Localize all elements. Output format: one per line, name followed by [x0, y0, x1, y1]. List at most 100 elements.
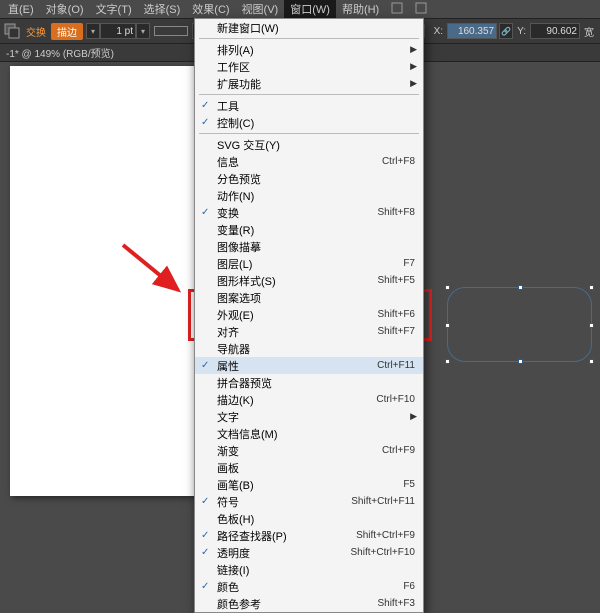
menu-row[interactable]: ✓颜色F6 [195, 578, 423, 595]
menu-row-label: 画板 [217, 460, 239, 476]
menu-row-label: 图像描摹 [217, 239, 261, 255]
menu-row[interactable]: ✓透明度Shift+Ctrl+F10 [195, 544, 423, 561]
menu-row-label: 画笔(B) [217, 477, 254, 493]
menu-row-label: 图层(L) [217, 256, 252, 272]
menu-item[interactable]: 文字(T) [90, 0, 138, 19]
stroke-weight-menu[interactable]: ▾ [136, 23, 150, 39]
menu-item[interactable]: 直(E) [2, 0, 40, 19]
menu-row[interactable]: 描边(K)Ctrl+F10 [195, 391, 423, 408]
menu-row[interactable]: 分色预览 [195, 170, 423, 187]
menu-row-label: 工具 [217, 98, 239, 114]
menu-row[interactable]: 信息 Ctrl+F8 [195, 153, 423, 170]
menu-row-label: 信息 [217, 154, 239, 170]
menu-row[interactable]: 导航器 [195, 340, 423, 357]
menu-item[interactable]: 视图(V) [236, 0, 285, 19]
menu-row-label: 工作区 [217, 59, 250, 75]
stroke-weight-field[interactable] [100, 23, 136, 39]
menu-item[interactable]: 窗口(W) [284, 0, 336, 19]
menu-row-label: 颜色参考 [217, 596, 261, 612]
x-lock-icon[interactable]: 🔗 [499, 23, 513, 39]
menu-row[interactable]: 画板 [195, 459, 423, 476]
menu-row[interactable]: ✓路径查找器(P)Shift+Ctrl+F9 [195, 527, 423, 544]
menu-row[interactable]: 变量(R) [195, 221, 423, 238]
grid-icon[interactable] [385, 0, 409, 19]
resize-handle[interactable] [445, 323, 450, 328]
resize-handle[interactable] [445, 359, 450, 364]
menu-row[interactable]: 动作(N) [195, 187, 423, 204]
menu-row[interactable]: 图案选项 [195, 289, 423, 306]
doc-icon[interactable] [409, 0, 433, 19]
selected-rounded-rect[interactable] [447, 287, 592, 362]
menu-row-label: 控制(C) [217, 115, 254, 131]
menu-row[interactable]: SVG 交互(Y) [195, 136, 423, 153]
menu-row[interactable]: 文档信息(M) [195, 425, 423, 442]
menu-row[interactable]: ✓变换Shift+F8 [195, 204, 423, 221]
menu-row[interactable]: ✓工具 [195, 97, 423, 114]
menu-row-label: SVG 交互(Y) [217, 137, 280, 153]
menu-row[interactable]: 排列(A)▶ [195, 41, 423, 58]
check-icon: ✓ [201, 360, 209, 371]
menu-shortcut: Ctrl+F8 [382, 156, 415, 167]
menu-item[interactable]: 对象(O) [40, 0, 90, 19]
menu-item[interactable]: 选择(S) [138, 0, 187, 19]
x-field[interactable] [447, 23, 497, 39]
resize-handle[interactable] [518, 285, 523, 290]
resize-handle[interactable] [589, 359, 594, 364]
menu-row[interactable]: 扩展功能▶ [195, 75, 423, 92]
menu-row[interactable]: 画笔(B) F5 [195, 476, 423, 493]
menu-row[interactable]: 渐变Ctrl+F9 [195, 442, 423, 459]
menu-row-label: 扩展功能 [217, 76, 261, 92]
menu-row-label: 文字 [217, 409, 239, 425]
y-label: Y: [517, 26, 526, 37]
menu-row[interactable]: ✓ 控制(C) [195, 114, 423, 131]
menu-shortcut: F6 [403, 581, 415, 592]
menu-row-label: 外观(E) [217, 307, 254, 323]
menu-shortcut: Shift+Ctrl+F10 [351, 547, 415, 558]
menu-row[interactable]: 外观(E) Shift+F6 [195, 306, 423, 323]
menu-row[interactable]: 图像描摹 [195, 238, 423, 255]
menu-shortcut: Shift+Ctrl+F11 [351, 496, 415, 507]
w-label: 宽 [584, 24, 594, 39]
menu-row[interactable]: 工作区 ▶ [195, 58, 423, 75]
menu-row[interactable]: 对齐Shift+F7 [195, 323, 423, 340]
check-icon: ✓ [201, 117, 209, 128]
menu-row[interactable]: 链接(I) [195, 561, 423, 578]
menu-shortcut: Shift+F6 [377, 309, 415, 320]
stroke-style-preview[interactable] [154, 26, 188, 36]
resize-handle[interactable] [589, 285, 594, 290]
x-label: X: [434, 26, 443, 37]
resize-handle[interactable] [518, 359, 523, 364]
menu-row[interactable]: ✓符号Shift+Ctrl+F11 [195, 493, 423, 510]
menu-row[interactable]: 色板(H) [195, 510, 423, 527]
resize-handle[interactable] [445, 285, 450, 290]
menu-row[interactable]: 颜色参考Shift+F3 [195, 595, 423, 612]
menu-row-label: 描边(K) [217, 392, 254, 408]
menu-row[interactable]: 文字▶ [195, 408, 423, 425]
fill-swatch[interactable] [2, 21, 22, 41]
menu-separator [199, 94, 419, 95]
menu-row[interactable]: 拼合器预览 [195, 374, 423, 391]
menu-shortcut: Shift+F8 [377, 207, 415, 218]
menu-row-label: 排列(A) [217, 42, 254, 58]
menu-item[interactable]: 帮助(H) [336, 0, 385, 19]
menu-row-label: 透明度 [217, 545, 250, 561]
menu-row[interactable]: 图层(L)F7 [195, 255, 423, 272]
menu-row[interactable]: ✓属性Ctrl+F11 [195, 357, 423, 374]
menu-row[interactable]: 新建窗口(W) [195, 19, 423, 36]
y-field[interactable] [530, 23, 580, 39]
stroke-weight-down[interactable]: ▾ [86, 23, 100, 39]
document-tab[interactable]: -1* @ 149% (RGB/预览) [6, 45, 114, 60]
menu-item[interactable]: 效果(C) [186, 0, 235, 19]
menu-shortcut: Ctrl+F9 [382, 445, 415, 456]
resize-handle[interactable] [589, 323, 594, 328]
stroke-panel-button[interactable]: 描边 [51, 23, 83, 40]
menu-row-label: 属性 [217, 358, 239, 374]
check-icon: ✓ [201, 581, 209, 592]
menu-row-label: 动作(N) [217, 188, 254, 204]
menu-row[interactable]: 图形样式(S)Shift+F5 [195, 272, 423, 289]
menu-shortcut: F5 [403, 479, 415, 490]
menu-row-label: 拼合器预览 [217, 375, 272, 391]
submenu-arrow-icon: ▶ [410, 61, 417, 72]
swap-colors[interactable]: 交换 [24, 24, 48, 39]
menu-shortcut: Shift+F5 [377, 275, 415, 286]
